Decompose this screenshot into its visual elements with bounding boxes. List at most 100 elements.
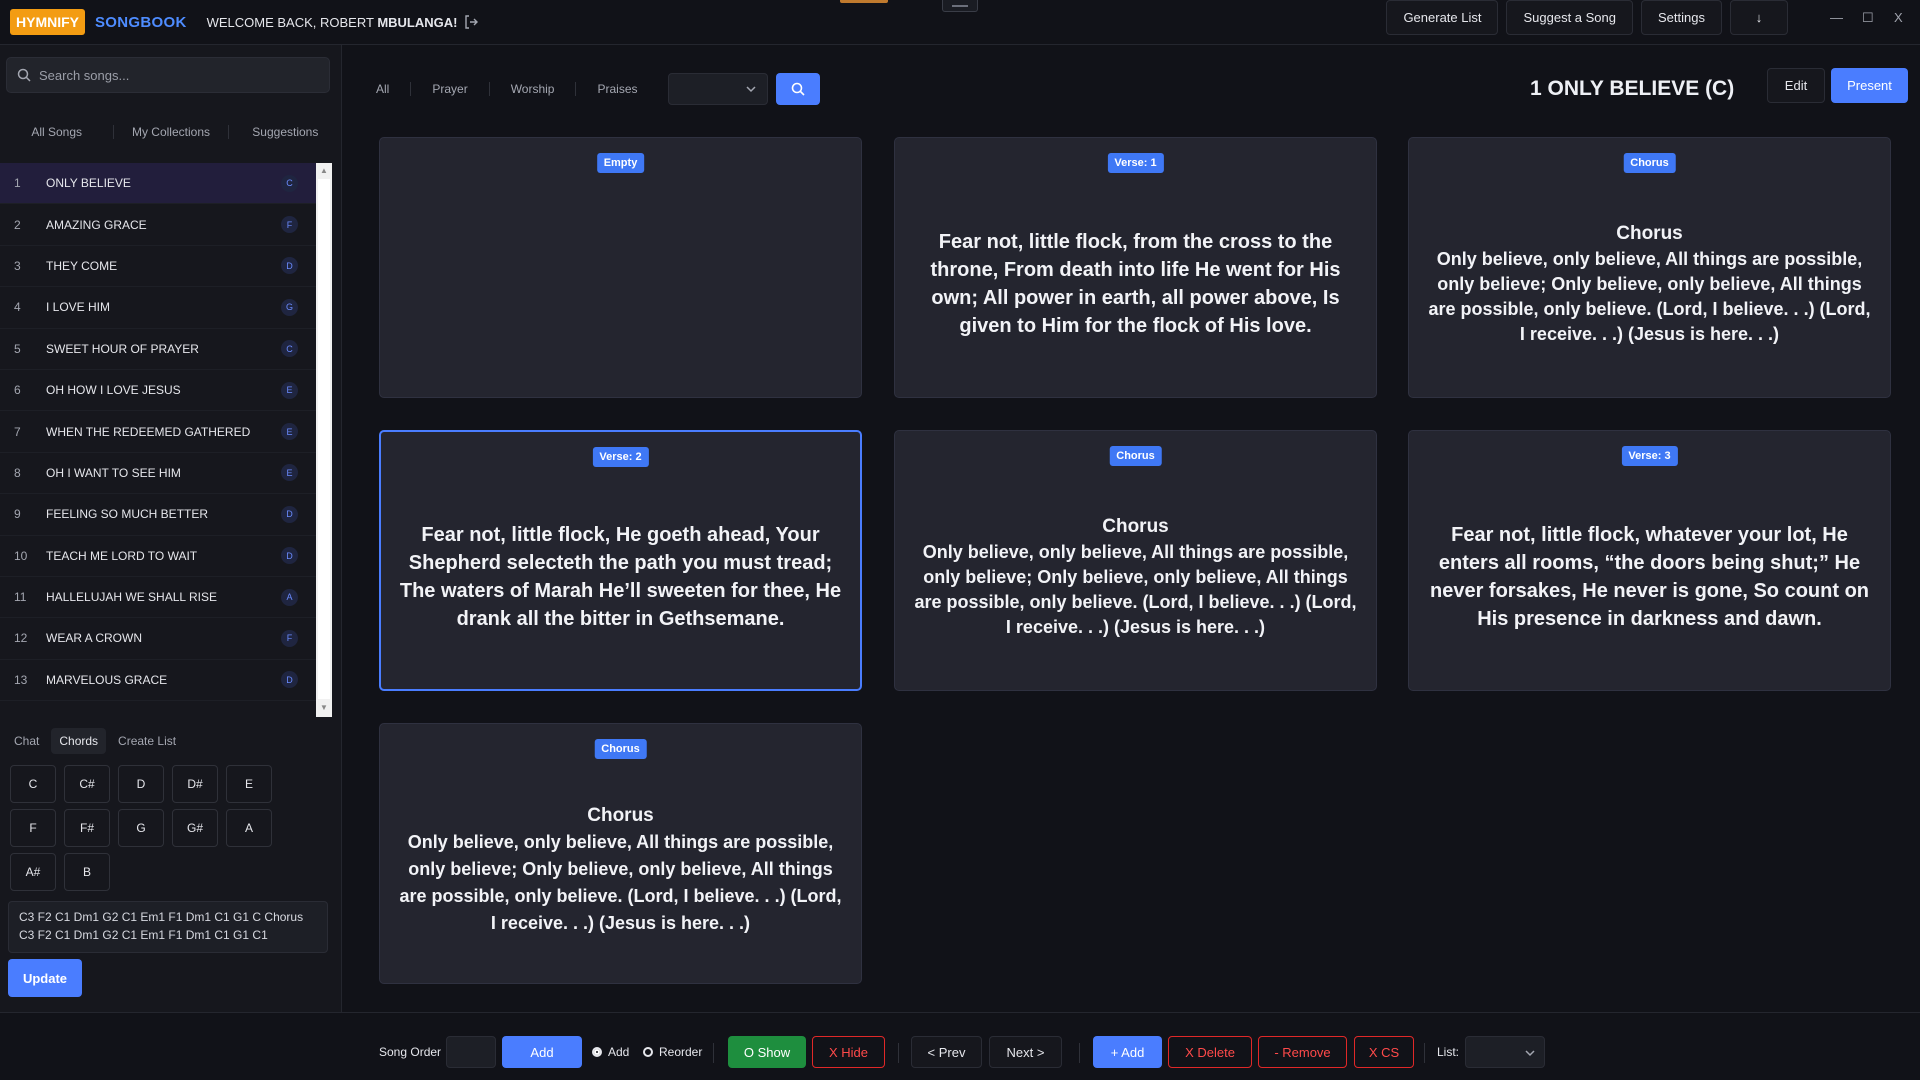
song-key-badge: D [281, 547, 298, 565]
slide-card[interactable]: Chorus Chorus Only believe, only believe… [894, 430, 1377, 691]
chord-button[interactable]: C# [64, 765, 110, 803]
tab-create-list[interactable]: Create List [110, 728, 184, 754]
song-number: 6 [14, 383, 21, 398]
chord-button[interactable]: D# [172, 765, 218, 803]
slide-heading: Chorus [587, 805, 654, 826]
song-row[interactable]: 5 SWEET HOUR OF PRAYER C [0, 329, 316, 370]
list-select[interactable] [1465, 1036, 1545, 1068]
chord-button[interactable]: A [226, 809, 272, 847]
edit-button[interactable]: Edit [1767, 68, 1825, 103]
slide-card-selected[interactable]: Verse: 2 Fear not, little flock, He goet… [379, 430, 862, 691]
divider [1424, 1043, 1425, 1063]
settings-button[interactable]: Settings [1641, 0, 1722, 35]
radio-indicator [643, 1047, 653, 1057]
chord-button[interactable]: D [118, 765, 164, 803]
search-icon [17, 68, 31, 82]
slide-card[interactable]: Chorus Chorus Only believe, only believe… [379, 723, 862, 984]
delete-button[interactable]: X Delete [1168, 1036, 1252, 1068]
divider [1079, 1043, 1080, 1063]
scrollbar-thumb[interactable] [318, 179, 330, 699]
search-input[interactable] [39, 67, 309, 83]
slide-card[interactable]: Verse: 3 Fear not, little flock, whateve… [1408, 430, 1891, 691]
category-select[interactable] [667, 73, 768, 105]
remove-button[interactable]: - Remove [1258, 1036, 1347, 1068]
tab-chords[interactable]: Chords [51, 728, 107, 754]
tab-my-collections[interactable]: My Collections [114, 125, 229, 139]
slide-text: Fear not, little flock, from the cross t… [930, 231, 1341, 337]
chord-grid: C C# D D# E F F# G G# A A# B [10, 765, 280, 891]
chord-button[interactable]: C [10, 765, 56, 803]
sidebar: All Songs My Collections Suggestions 1 ON… [0, 45, 342, 1012]
song-row[interactable]: 12 WEAR A CROWN F [0, 618, 316, 660]
hide-button[interactable]: X Hide [812, 1036, 885, 1068]
slide-card[interactable]: Empty [379, 137, 862, 398]
song-row[interactable]: 6 OH HOW I LOVE JESUS E [0, 370, 316, 412]
slide-heading: Chorus [1616, 223, 1683, 244]
song-row[interactable]: 11 HALLELUJAH WE SHALL RISE A [0, 577, 316, 619]
song-number: 9 [14, 507, 21, 522]
song-key-badge: A [281, 588, 298, 606]
chord-button[interactable]: G [118, 809, 164, 847]
song-order-input[interactable] [446, 1036, 496, 1068]
show-button[interactable]: O Show [728, 1036, 806, 1068]
song-row[interactable]: 2 AMAZING GRACE F [0, 204, 316, 246]
scroll-down-icon[interactable]: ▼ [319, 703, 329, 713]
chord-button[interactable]: G# [172, 809, 218, 847]
logout-icon[interactable] [463, 14, 479, 30]
tab-chat[interactable]: Chat [6, 728, 47, 754]
filter-worship[interactable]: Worship [490, 82, 577, 96]
scroll-up-icon[interactable]: ▲ [319, 166, 329, 176]
song-row[interactable]: 8 OH I WANT TO SEE HIM E [0, 453, 316, 495]
tab-all-songs[interactable]: All Songs [0, 125, 115, 139]
tab-suggestions[interactable]: Suggestions [229, 125, 342, 139]
song-key-badge: E [281, 381, 298, 399]
current-song-title: 1 ONLY BELIEVE (C) [1530, 77, 1735, 100]
song-number: 11 [14, 590, 27, 605]
song-list: 1 ONLY BELIEVE C 2 AMAZING GRACE F 3 THEY COM… [0, 163, 316, 717]
song-row[interactable]: 10 TEACH ME LORD TO WAIT D [0, 536, 316, 577]
maximize-icon[interactable]: ☐ [1862, 10, 1874, 26]
slide-badge: Chorus [1623, 153, 1676, 173]
slide-card[interactable]: Verse: 1 Fear not, little flock, from th… [894, 137, 1377, 398]
minimize-icon[interactable]: — [1830, 10, 1843, 25]
chord-button[interactable]: A# [10, 853, 56, 891]
slide-text: Only believe, only believe, All things a… [1428, 249, 1871, 344]
radio-reorder[interactable]: Reorder [643, 1036, 702, 1068]
song-row[interactable]: 3 THEY COME D [0, 246, 316, 288]
song-number: 1 [14, 176, 21, 191]
generate-list-button[interactable]: Generate List [1386, 0, 1499, 35]
update-button[interactable]: Update [8, 959, 82, 997]
song-row[interactable]: 4 I LOVE HIM G [0, 287, 316, 329]
chord-button[interactable]: E [226, 765, 272, 803]
song-row[interactable]: 7 WHEN THE REDEEMED GATHERED E [0, 411, 316, 453]
chord-button[interactable]: F# [64, 809, 110, 847]
song-key-badge: G [281, 298, 298, 316]
filter-praises[interactable]: Praises [576, 82, 658, 96]
filter-all[interactable]: All [363, 82, 412, 96]
drag-handle[interactable] [942, 0, 978, 12]
clear-cs-button[interactable]: X CS [1354, 1036, 1414, 1068]
radio-add[interactable]: Add [592, 1036, 629, 1068]
song-row[interactable]: 9 FEELING SO MUCH BETTER D [0, 494, 316, 536]
filter-search-button[interactable] [775, 73, 820, 105]
song-row[interactable]: 1 ONLY BELIEVE C [0, 163, 316, 205]
chord-progression-field[interactable]: C3 F2 C1 Dm1 G2 C1 Em1 F1 Dm1 C1 G1 C Ch… [8, 901, 328, 953]
download-icon[interactable]: ↓ [1730, 0, 1788, 35]
add-slide-button[interactable]: + Add [1093, 1036, 1162, 1068]
suggest-song-button[interactable]: Suggest a Song [1506, 0, 1634, 35]
divider [898, 1043, 899, 1063]
song-row[interactable]: 13 MARVELOUS GRACE D [0, 660, 316, 702]
song-list-scrollbar[interactable]: ▲ ▼ [316, 163, 332, 717]
add-order-button[interactable]: Add [502, 1036, 582, 1068]
next-button[interactable]: Next > [989, 1036, 1062, 1068]
close-icon[interactable]: X [1894, 10, 1903, 25]
filter-prayer[interactable]: Prayer [411, 82, 490, 96]
prev-button[interactable]: < Prev [911, 1036, 982, 1068]
slide-heading: Chorus [1102, 516, 1169, 537]
song-number: 5 [14, 341, 21, 356]
present-button[interactable]: Present [1831, 68, 1908, 103]
song-search[interactable] [6, 57, 330, 93]
chord-button[interactable]: B [64, 853, 110, 891]
slide-card[interactable]: Chorus Chorus Only believe, only believe… [1408, 137, 1891, 398]
chord-button[interactable]: F [10, 809, 56, 847]
